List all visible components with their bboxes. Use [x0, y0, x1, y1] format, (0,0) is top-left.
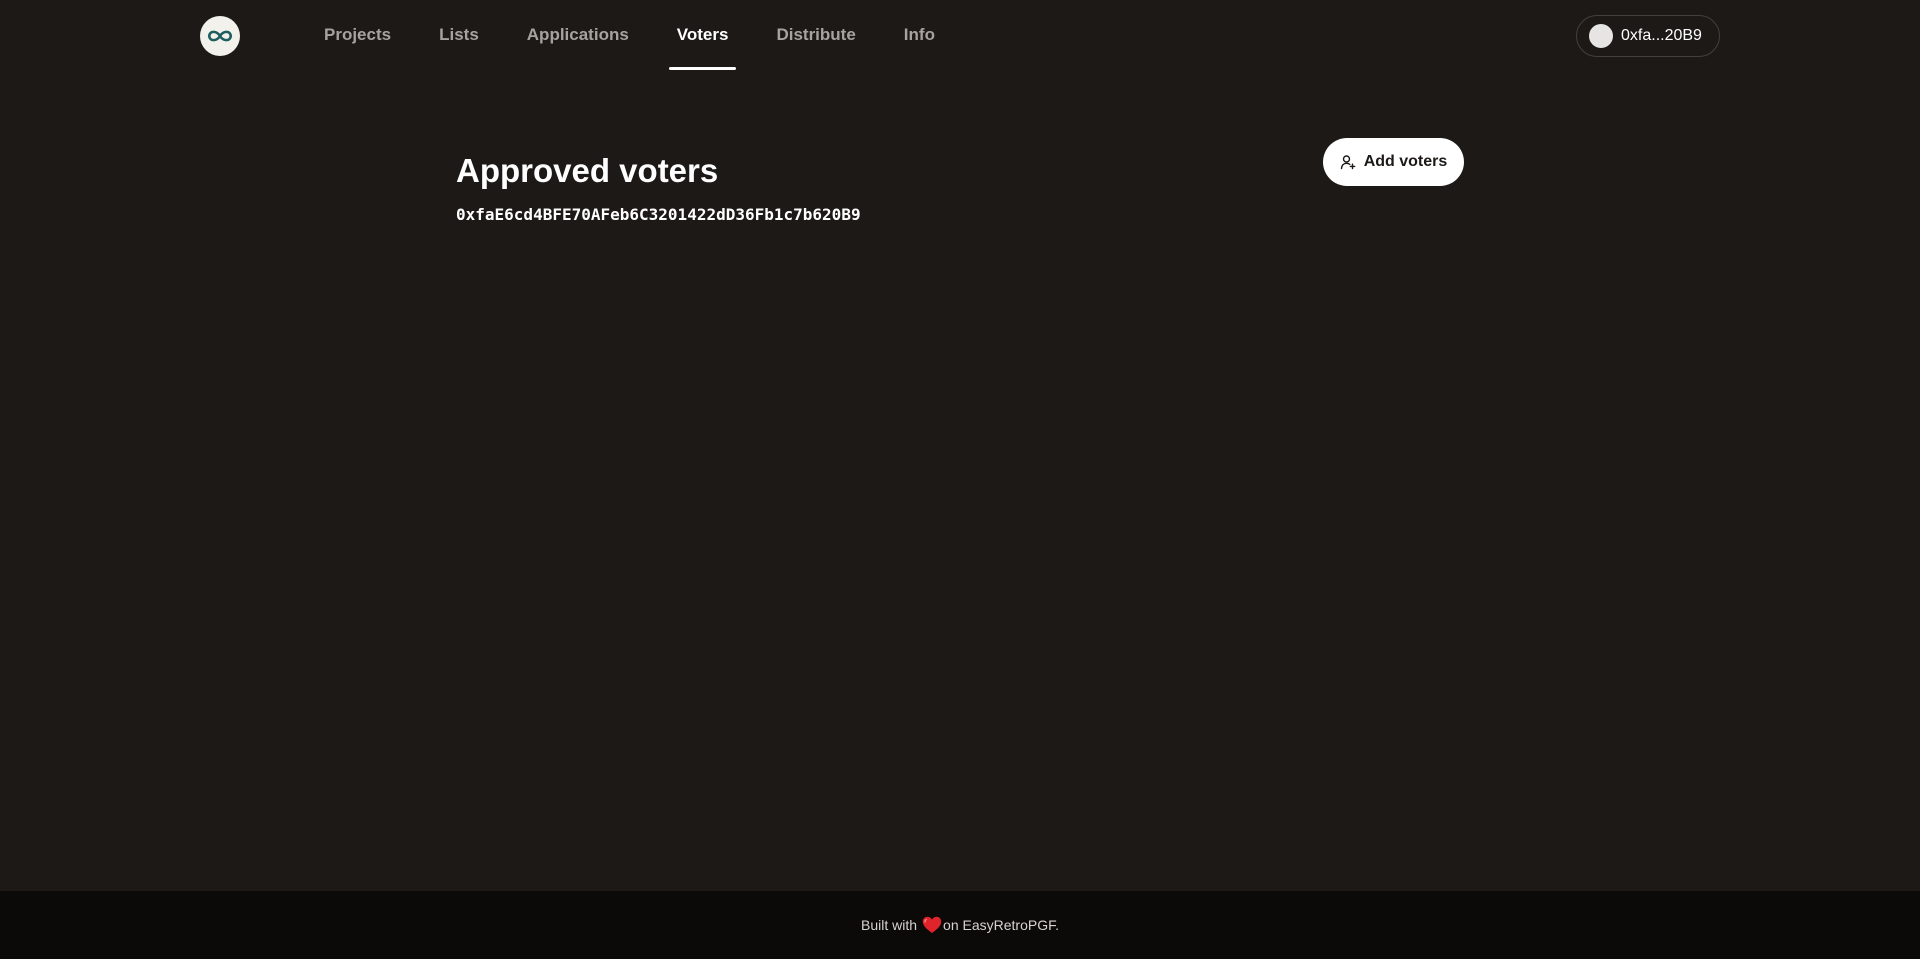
nav-tab-lists[interactable]: Lists: [415, 0, 503, 70]
top-navigation-bar: Projects Lists Applications Voters Distr…: [0, 0, 1920, 72]
nav-tab-label: Applications: [526, 25, 629, 44]
voter-address: 0xfaE6cd4BFE70AFeb6C3201422dD36Fb1c7b620…: [456, 205, 861, 224]
footer-suffix: on EasyRetroPGF.: [943, 917, 1059, 933]
main-nav: Projects Lists Applications Voters Distr…: [300, 0, 959, 72]
page-title: Approved voters: [456, 152, 719, 189]
home-logo[interactable]: [200, 16, 240, 56]
nav-tab-label: Distribute: [776, 25, 856, 44]
footer-prefix: Built with: [861, 917, 918, 933]
nav-tab-voters[interactable]: Voters: [653, 0, 753, 70]
avatar: [1589, 24, 1613, 48]
nav-tab-label: Projects: [324, 25, 392, 44]
nav-tab-label: Lists: [439, 25, 479, 44]
nav-tab-label: Voters: [676, 25, 729, 44]
nav-tab-projects[interactable]: Projects: [300, 0, 415, 70]
infinity-icon: [207, 30, 233, 42]
nav-tab-info[interactable]: Info: [880, 0, 959, 70]
nav-tab-distribute[interactable]: Distribute: [752, 0, 879, 70]
user-plus-icon: [1340, 155, 1356, 170]
account-button[interactable]: 0xfa...20B9: [1576, 15, 1720, 57]
account-address: 0xfa...20B9: [1621, 27, 1702, 44]
add-voters-label: Add voters: [1363, 153, 1448, 170]
nav-tab-applications[interactable]: Applications: [503, 0, 653, 70]
add-voters-button[interactable]: Add voters: [1323, 138, 1464, 186]
voter-list: 0xfaE6cd4BFE70AFeb6C3201422dD36Fb1c7b620…: [456, 204, 861, 226]
footer: Built with on EasyRetroPGF.: [0, 891, 1920, 959]
heart-icon: [922, 916, 942, 934]
nav-tab-label: Info: [903, 25, 935, 44]
